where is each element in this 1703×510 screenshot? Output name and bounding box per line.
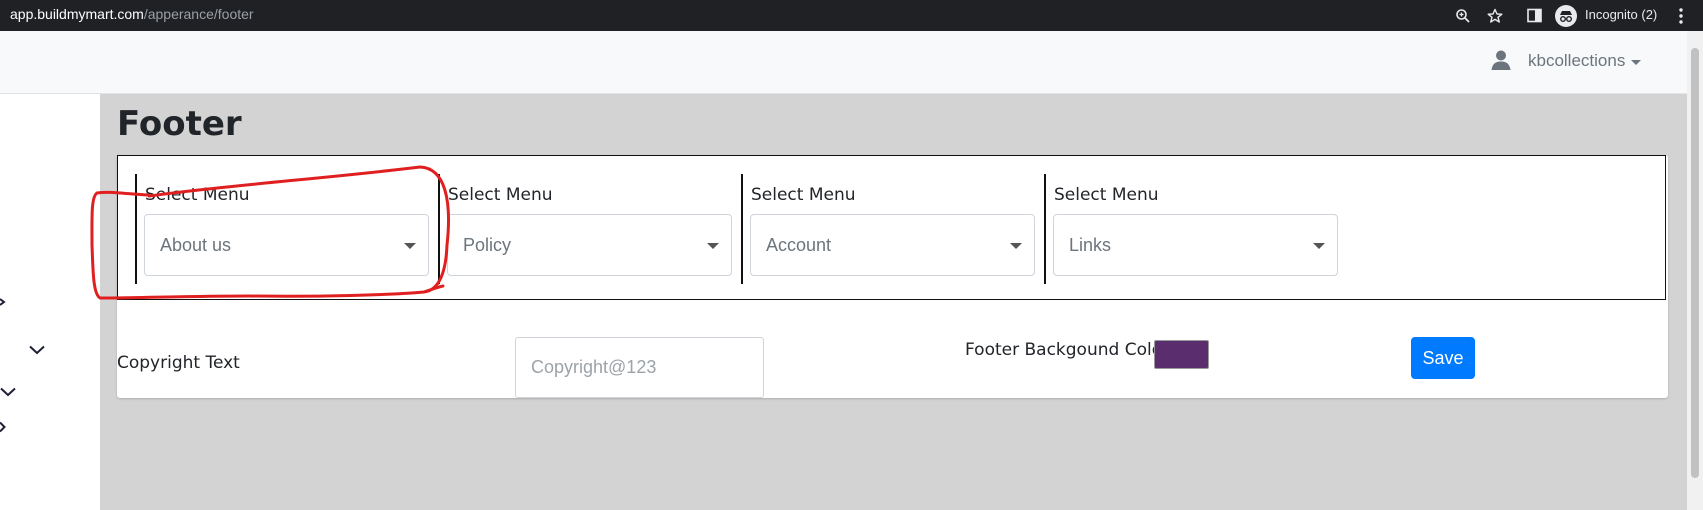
column-divider <box>1044 174 1046 284</box>
user-icon[interactable] <box>1490 49 1512 76</box>
column-divider <box>741 174 743 284</box>
save-button[interactable]: Save <box>1411 337 1475 379</box>
incognito-label: Incognito (2) <box>1585 7 1658 22</box>
chevron-right-icon[interactable] <box>0 420 6 438</box>
menu-select-1[interactable]: About us <box>144 214 429 276</box>
zoom-icon[interactable] <box>1452 0 1474 31</box>
chevron-down-icon[interactable] <box>0 384 16 402</box>
caret-down-icon <box>1313 243 1325 249</box>
address-bar[interactable]: app.buildmymart.com/apperance/footer <box>10 6 254 22</box>
app-header: kbcollections <box>0 31 1687 94</box>
caret-down-icon <box>1010 243 1022 249</box>
page-title: Footer <box>117 104 242 144</box>
column-divider <box>135 174 137 284</box>
user-menu-toggle[interactable]: kbcollections <box>1528 51 1625 71</box>
select-menu-label: Select Menu <box>448 185 553 205</box>
footer-bg-color-picker[interactable] <box>1154 340 1209 369</box>
menu-column-3: Select Menu Account <box>741 174 1041 284</box>
scrollbar-thumb[interactable] <box>1691 48 1699 478</box>
select-value: About us <box>160 235 232 255</box>
sidebar-toggle-icon[interactable] <box>1523 0 1545 31</box>
menu-select-3[interactable]: Account <box>750 214 1035 276</box>
select-menu-label: Select Menu <box>751 185 856 205</box>
select-menu-label: Select Menu <box>1054 185 1159 205</box>
url-host: app.buildmymart.com <box>10 6 144 22</box>
menu-column-2: Select Menu Policy <box>438 174 738 284</box>
column-divider <box>438 174 440 284</box>
caret-down-icon[interactable] <box>1631 60 1641 65</box>
menu-select-2[interactable]: Policy <box>447 214 732 276</box>
select-value: Policy <box>463 235 512 255</box>
select-value: Links <box>1069 235 1112 255</box>
menu-select-4[interactable]: Links <box>1053 214 1338 276</box>
footer-menus-row: Select Menu About us Select Menu Policy … <box>117 155 1666 300</box>
caret-down-icon <box>404 243 416 249</box>
sidebar-arrow-icon[interactable] <box>0 295 6 313</box>
footer-bg-color-label: Footer Backgound Color <box>965 340 1170 360</box>
menu-column-4: Select Menu Links <box>1044 174 1344 284</box>
copyright-label: Copyright Text <box>117 353 240 373</box>
menu-column-1: Select Menu About us <box>135 174 435 284</box>
star-icon[interactable] <box>1484 0 1506 31</box>
browser-toolbar: app.buildmymart.com/apperance/footer Inc… <box>0 0 1703 31</box>
copyright-input[interactable] <box>515 337 764 398</box>
incognito-icon[interactable] <box>1553 0 1579 31</box>
select-value: Account <box>766 235 832 255</box>
sidebar <box>0 94 100 510</box>
kebab-menu-icon[interactable] <box>1671 0 1691 31</box>
caret-down-icon <box>707 243 719 249</box>
select-menu-label: Select Menu <box>145 185 250 205</box>
chevron-down-icon[interactable] <box>29 342 45 360</box>
url-path: /apperance/footer <box>143 6 254 22</box>
